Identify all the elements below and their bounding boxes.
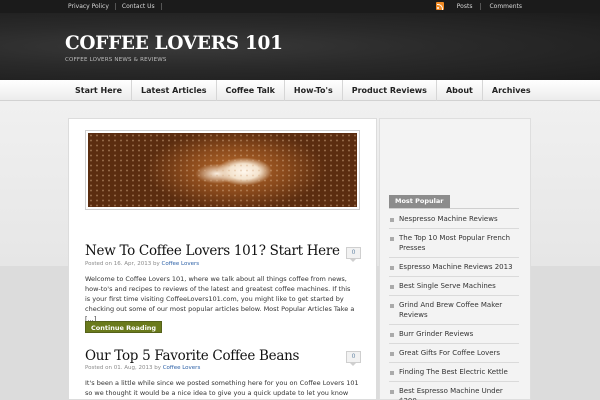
post-author-link[interactable]: Coffee Lovers xyxy=(163,365,201,371)
privacy-policy-link[interactable]: Privacy Policy xyxy=(62,3,116,10)
post-title[interactable]: New To Coffee Lovers 101? Start Here xyxy=(85,243,340,259)
popular-post-link[interactable]: Grind And Brew Coffee Maker Reviews xyxy=(389,296,519,325)
widget-title: Most Popular xyxy=(389,195,450,208)
popular-post-link[interactable]: Finding The Best Electric Kettle xyxy=(389,363,519,382)
most-popular-list: Nespresso Machine Reviews The Top 10 Mos… xyxy=(389,210,519,400)
contact-us-link[interactable]: Contact Us xyxy=(116,3,162,10)
nav-item-about[interactable]: About xyxy=(437,80,483,101)
nav-item-product-reviews[interactable]: Product Reviews xyxy=(343,80,437,101)
post-author-link[interactable]: Coffee Lovers xyxy=(161,261,199,267)
nav-item-archives[interactable]: Archives xyxy=(483,80,540,101)
popular-post-link[interactable]: Best Single Serve Machines xyxy=(389,277,519,296)
main-nav: Start Here Latest Articles Coffee Talk H… xyxy=(0,80,600,101)
featured-image[interactable] xyxy=(85,130,360,210)
nav-item-coffee-talk[interactable]: Coffee Talk xyxy=(217,80,285,101)
latte-art-image xyxy=(88,133,357,207)
site-tagline: COFFEE LOVERS NEWS & REVIEWS xyxy=(65,57,167,63)
post-date: Posted on 01. Aug, 2013 by xyxy=(85,365,163,371)
sidebar: Most Popular Nespresso Machine Reviews T… xyxy=(379,118,531,400)
nav-item-how-tos[interactable]: How-To's xyxy=(285,80,343,101)
site-header: COFFEE LOVERS 101 COFFEE LOVERS NEWS & R… xyxy=(0,13,600,80)
comment-count-badge[interactable]: 0 xyxy=(346,247,361,262)
divider xyxy=(389,208,519,209)
popular-post-link[interactable]: Espresso Machine Reviews 2013 xyxy=(389,258,519,277)
posts-feed-link[interactable]: Posts xyxy=(449,2,482,10)
post-date: Posted on 16. Apr, 2013 by xyxy=(85,261,162,267)
popular-post-link[interactable]: The Top 10 Most Popular French Presses xyxy=(389,229,519,258)
nav-item-start-here[interactable]: Start Here xyxy=(66,80,133,101)
post-meta: Posted on 16. Apr, 2013 by Coffee Lovers xyxy=(85,261,199,267)
main-content: New To Coffee Lovers 101? Start Here 0 P… xyxy=(68,118,377,400)
post-title[interactable]: Our Top 5 Favorite Coffee Beans xyxy=(85,348,299,364)
continue-reading-button[interactable]: Continue Reading xyxy=(85,321,163,333)
post-meta: Posted on 01. Aug, 2013 by Coffee Lovers xyxy=(85,365,200,371)
feed-links: Posts Comments xyxy=(435,2,530,10)
nav-item-latest-articles[interactable]: Latest Articles xyxy=(132,80,217,101)
post-excerpt: Welcome to Coffee Lovers 101, where we t… xyxy=(85,275,355,323)
top-bar: Privacy Policy Contact Us Posts Comments xyxy=(0,0,600,13)
comment-count-badge[interactable]: 0 xyxy=(346,351,361,366)
site-title[interactable]: COFFEE LOVERS 101 xyxy=(65,33,283,54)
top-links: Privacy Policy Contact Us xyxy=(62,3,162,10)
rss-icon xyxy=(435,2,444,10)
popular-post-link[interactable]: Best Espresso Machine Under $200 xyxy=(389,382,519,400)
comments-feed-link[interactable]: Comments xyxy=(481,3,530,10)
popular-post-link[interactable]: Nespresso Machine Reviews xyxy=(389,210,519,229)
popular-post-link[interactable]: Great Gifts For Coffee Lovers xyxy=(389,344,519,363)
popular-post-link[interactable]: Burr Grinder Reviews xyxy=(389,325,519,344)
post-excerpt: It's been a little while since we posted… xyxy=(85,379,359,400)
